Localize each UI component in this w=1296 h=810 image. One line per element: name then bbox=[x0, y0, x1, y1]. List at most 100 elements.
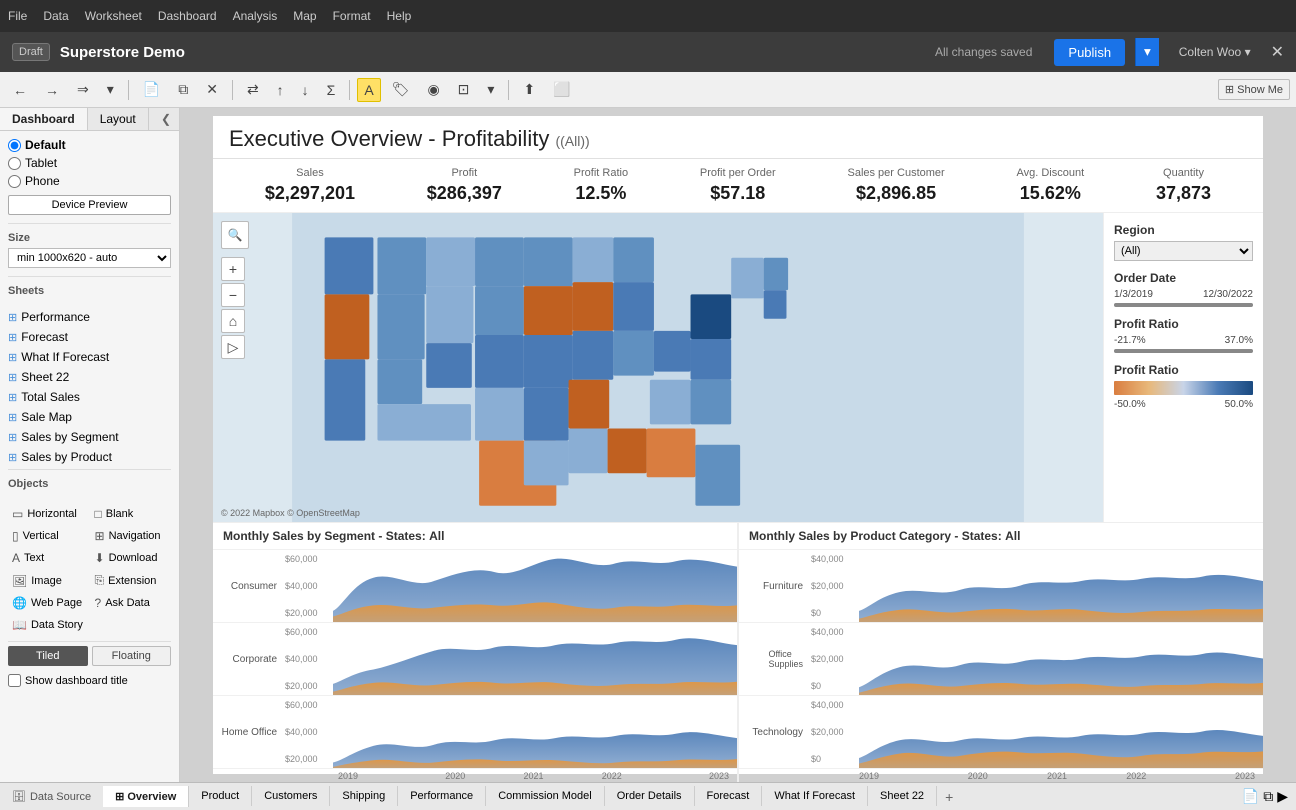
close-button[interactable]: ✕ bbox=[1271, 42, 1284, 62]
device-tablet[interactable]: Tablet bbox=[8, 155, 171, 171]
toolbar-highlight[interactable]: A bbox=[357, 78, 380, 102]
sheets-list: ⊞Performance⊞Forecast⊞What If Forecast⊞S… bbox=[0, 307, 179, 467]
tab-what-if-forecast[interactable]: What If Forecast bbox=[762, 786, 868, 806]
tiled-button[interactable]: Tiled bbox=[8, 646, 88, 666]
show-me-button[interactable]: ⊞ Show Me bbox=[1218, 79, 1290, 100]
show-title-checkbox[interactable] bbox=[8, 674, 21, 687]
object-item[interactable]: ▭Horizontal bbox=[8, 504, 89, 524]
profit-min: -21.7% bbox=[1114, 335, 1146, 346]
menu-analysis[interactable]: Analysis bbox=[233, 9, 278, 23]
state-ar bbox=[524, 388, 569, 441]
object-item[interactable]: ⬇Download bbox=[91, 548, 172, 568]
toolbar-marks[interactable]: ◉ bbox=[420, 77, 446, 102]
toolbar-sort-asc[interactable]: ↑ bbox=[270, 78, 291, 102]
state-ne2 bbox=[764, 258, 788, 291]
sheet-item[interactable]: ⊞Sales by Segment bbox=[0, 427, 179, 447]
map-search-button[interactable]: 🔍 bbox=[221, 221, 249, 249]
toolbar-present[interactable]: ⬜ bbox=[546, 77, 577, 102]
region-select[interactable]: (All) bbox=[1114, 241, 1253, 261]
zoom-in-button[interactable]: + bbox=[221, 257, 245, 281]
tab-dashboard[interactable]: Dashboard bbox=[0, 108, 88, 130]
object-item[interactable]: ?Ask Data bbox=[91, 593, 172, 613]
add-tab-button[interactable]: + bbox=[937, 785, 961, 809]
object-item[interactable]: □Blank bbox=[91, 504, 172, 524]
profit-max: 37.0% bbox=[1225, 335, 1253, 346]
tab-customers[interactable]: Customers bbox=[252, 786, 330, 806]
date-slider[interactable] bbox=[1114, 303, 1253, 307]
toolbar-clear[interactable]: ✕ bbox=[199, 77, 225, 102]
sheet-item[interactable]: ⊞What If Forecast bbox=[0, 347, 179, 367]
tab-overview[interactable]: ⊞Overview bbox=[103, 786, 189, 807]
tab-layout[interactable]: Layout bbox=[88, 108, 149, 130]
menu-worksheet[interactable]: Worksheet bbox=[85, 9, 142, 23]
sep2 bbox=[8, 276, 171, 277]
device-default[interactable]: Default bbox=[8, 137, 171, 153]
sheet-item[interactable]: ⊞Performance bbox=[0, 307, 179, 327]
profit-slider[interactable] bbox=[1114, 349, 1253, 353]
duplicate-sheet-icon[interactable]: ⧉ bbox=[1263, 788, 1273, 805]
toolbar-new-sheet[interactable]: 📄 bbox=[136, 77, 167, 102]
toolbar-undo[interactable]: ← bbox=[6, 78, 34, 102]
tab-commission-model[interactable]: Commission Model bbox=[486, 786, 605, 806]
device-phone[interactable]: Phone bbox=[8, 173, 171, 189]
state-mt bbox=[426, 237, 475, 286]
navigate-button[interactable]: ▷ bbox=[221, 335, 245, 359]
user-name[interactable]: Colten Woo ▾ bbox=[1179, 45, 1251, 59]
object-item[interactable]: ⎘Extension bbox=[91, 570, 172, 591]
toolbar-aggregate[interactable]: Σ bbox=[320, 78, 343, 102]
toolbar-dropdown[interactable]: ▾ bbox=[100, 77, 121, 102]
menu-map[interactable]: Map bbox=[293, 9, 316, 23]
present-mode-icon[interactable]: ▶ bbox=[1277, 788, 1288, 805]
menu-help[interactable]: Help bbox=[387, 9, 412, 23]
tab-product[interactable]: Product bbox=[189, 786, 252, 806]
toolbar: ← → ⇒ ▾ 📄 ⧉ ✕ ⇄ ↑ ↓ Σ A 🏷 ◉ ⊡ ▾ ⬆ ⬜ ⊞ Sh… bbox=[0, 72, 1296, 108]
canvas-area[interactable]: Executive Overview - Profitability ((All… bbox=[180, 108, 1296, 782]
new-sheet-icon[interactable]: 📄 bbox=[1242, 788, 1259, 805]
object-label: Vertical bbox=[23, 530, 59, 542]
sheet-icon: ⊞ bbox=[8, 351, 17, 364]
sep4 bbox=[8, 641, 171, 642]
toolbar-fit-dropdown[interactable]: ▾ bbox=[480, 77, 501, 102]
toolbar-swap[interactable]: ⇄ bbox=[240, 77, 266, 102]
device-preview-button[interactable]: Device Preview bbox=[8, 195, 171, 215]
sheet-item[interactable]: ⊞Sales by Product bbox=[0, 447, 179, 467]
panel-collapse[interactable]: ❮ bbox=[153, 108, 179, 130]
sheet-item[interactable]: ⊞Forecast bbox=[0, 327, 179, 347]
sheet-item[interactable]: ⊞Total Sales bbox=[0, 387, 179, 407]
object-item[interactable]: ▯Vertical bbox=[8, 526, 89, 546]
size-select[interactable]: min 1000x620 - auto bbox=[8, 248, 171, 268]
home-button[interactable]: ⌂ bbox=[221, 309, 245, 333]
object-item[interactable]: ⊞Navigation bbox=[91, 526, 172, 546]
object-item[interactable]: 🖼Image bbox=[8, 570, 89, 591]
publish-button[interactable]: Publish bbox=[1054, 39, 1125, 66]
toolbar-duplicate[interactable]: ⧉ bbox=[171, 77, 195, 102]
toolbar-fit[interactable]: ⊡ bbox=[451, 77, 477, 102]
map-container[interactable]: 🔍 + − ⌂ ▷ bbox=[213, 213, 1103, 522]
tab-performance[interactable]: Performance bbox=[398, 786, 486, 806]
publish-dropdown-button[interactable]: ▾ bbox=[1135, 38, 1159, 66]
toolbar-forward[interactable]: ⇒ bbox=[70, 77, 96, 102]
sheet-item[interactable]: ⊞Sale Map bbox=[0, 407, 179, 427]
menu-dashboard[interactable]: Dashboard bbox=[158, 9, 217, 23]
tab-shipping[interactable]: Shipping bbox=[330, 786, 398, 806]
tab-order-details[interactable]: Order Details bbox=[605, 786, 695, 806]
toolbar-sort-desc[interactable]: ↓ bbox=[295, 78, 316, 102]
tab-forecast[interactable]: Forecast bbox=[695, 786, 763, 806]
zoom-out-button[interactable]: − bbox=[221, 283, 245, 307]
menu-format[interactable]: Format bbox=[333, 9, 371, 23]
datasource-tab[interactable]: 🗄 Data Source bbox=[0, 786, 103, 807]
show-title-label: Show dashboard title bbox=[25, 675, 128, 687]
tab-sheet-22[interactable]: Sheet 22 bbox=[868, 786, 937, 806]
menu-data[interactable]: Data bbox=[43, 9, 68, 23]
toolbar-export[interactable]: ⬆ bbox=[516, 77, 542, 102]
sheet-item[interactable]: ⊞Sheet 22 bbox=[0, 367, 179, 387]
object-item[interactable]: 🌐Web Page bbox=[8, 593, 89, 613]
toolbar-label[interactable]: 🏷 bbox=[385, 77, 417, 102]
left-panel: Dashboard Layout ❮ Default Tablet Phone … bbox=[0, 108, 180, 782]
menu-file[interactable]: File bbox=[8, 9, 27, 23]
toolbar-redo[interactable]: → bbox=[38, 78, 66, 102]
floating-button[interactable]: Floating bbox=[92, 646, 172, 666]
map-controls: + − ⌂ ▷ bbox=[221, 257, 245, 359]
object-item[interactable]: 📖Data Story bbox=[8, 615, 89, 635]
object-item[interactable]: AText bbox=[8, 548, 89, 568]
